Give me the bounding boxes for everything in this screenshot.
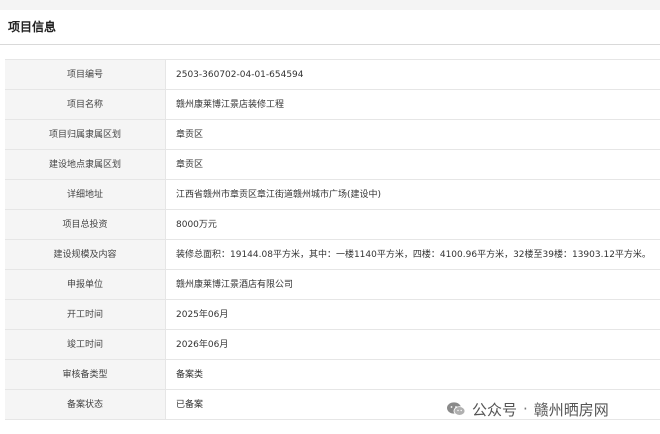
watermark-separator: ·: [523, 400, 528, 418]
watermark-account-name: 赣州晒房网: [533, 400, 609, 419]
row-value: 2026年06月: [165, 329, 660, 360]
row-value: 2503-360702-04-01-654594: [165, 59, 660, 90]
table-row: 项目归属隶属区划 章贡区: [5, 119, 660, 150]
row-value: 江西省赣州市章贡区章江街道赣州城市广场(建设中): [165, 179, 660, 210]
table-row: 项目编号 2503-360702-04-01-654594: [5, 59, 660, 90]
row-value: 2025年06月: [165, 299, 660, 330]
row-label: 详细地址: [5, 179, 166, 210]
row-label: 申报单位: [5, 269, 166, 300]
row-label: 开工时间: [5, 299, 166, 330]
spacer: [0, 45, 660, 59]
row-value: 8000万元: [165, 209, 660, 240]
table-row: 申报单位 赣州康莱博江景酒店有限公司: [5, 269, 660, 300]
row-label: 建设规模及内容: [5, 239, 166, 270]
row-label: 项目总投资: [5, 209, 166, 240]
row-value: 备案类: [165, 359, 660, 390]
row-value: 赣州康莱博江景酒店有限公司: [165, 269, 660, 300]
row-value: 赣州康莱博江景店装修工程: [165, 89, 660, 120]
table-row: 项目名称 赣州康莱博江景店装修工程: [5, 89, 660, 120]
table-row: 审核备类型 备案类: [5, 359, 660, 390]
table-row: 建设规模及内容 装修总面积：19144.08平方米，其中：一楼1140平方米，四…: [5, 239, 660, 270]
section-header: 项目信息: [0, 10, 660, 45]
row-label: 备案状态: [5, 389, 166, 420]
row-label: 竣工时间: [5, 329, 166, 360]
row-label: 项目编号: [5, 59, 166, 90]
table-row: 项目总投资 8000万元: [5, 209, 660, 240]
table-row: 竣工时间 2026年06月: [5, 329, 660, 360]
section-title: 项目信息: [8, 20, 57, 34]
row-value: 章贡区: [165, 119, 660, 150]
row-value: 章贡区: [165, 149, 660, 180]
project-info-table: 项目编号 2503-360702-04-01-654594 项目名称 赣州康莱博…: [5, 59, 660, 420]
row-label: 审核备类型: [5, 359, 166, 390]
wechat-watermark: 公众号 · 赣州晒房网: [446, 398, 609, 420]
row-label: 项目归属隶属区划: [5, 119, 166, 150]
watermark-prefix: 公众号: [472, 400, 518, 419]
table-row: 建设地点隶属区划 章贡区: [5, 149, 660, 180]
top-strip: [0, 0, 660, 10]
table-row: 详细地址 江西省赣州市章贡区章江街道赣州城市广场(建设中): [5, 179, 660, 210]
row-label: 项目名称: [5, 89, 166, 120]
row-value: 装修总面积：19144.08平方米，其中：一楼1140平方米，四楼：4100.9…: [165, 239, 660, 270]
wechat-icon: [447, 402, 466, 416]
row-label: 建设地点隶属区划: [5, 149, 166, 180]
table-row: 开工时间 2025年06月: [5, 299, 660, 330]
